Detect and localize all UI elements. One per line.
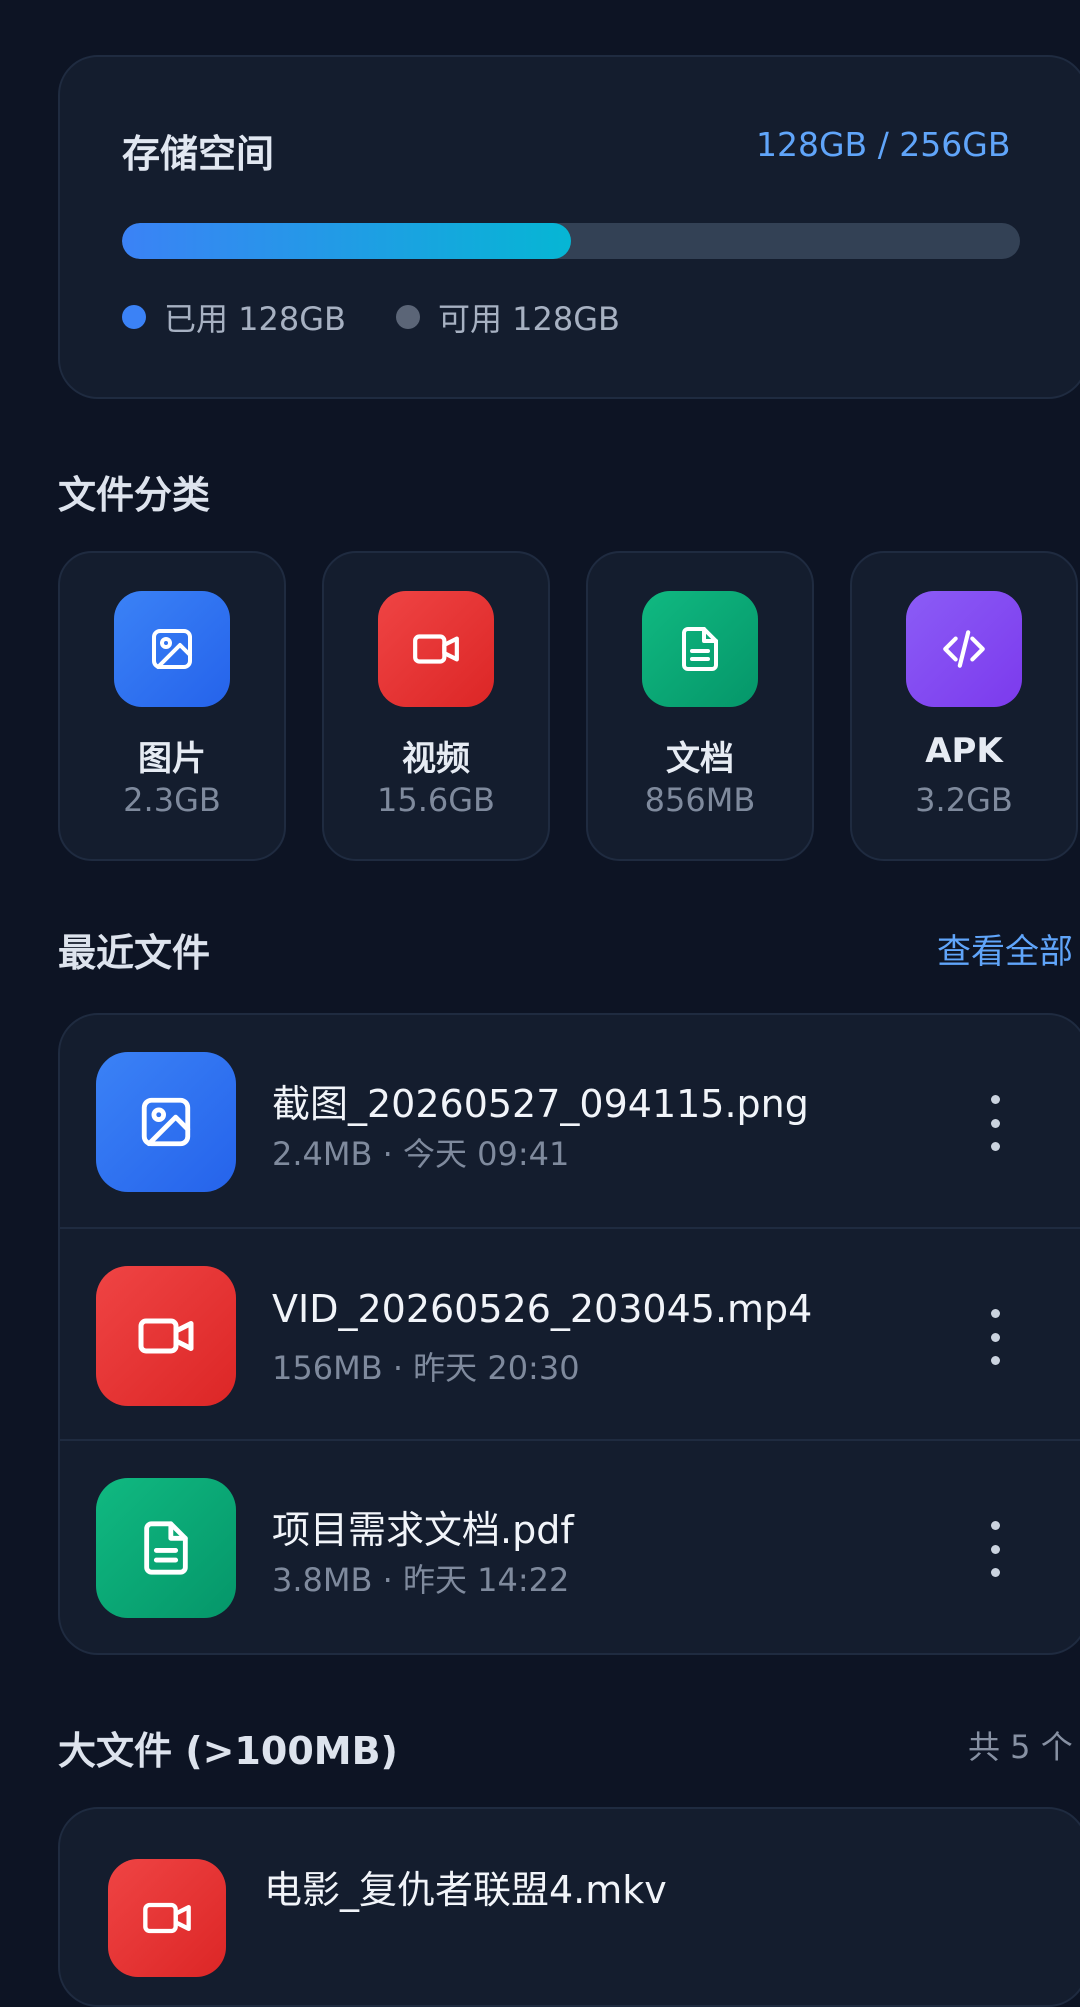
file-name: 截图_20260527_094115.png: [272, 1082, 809, 1126]
list-item[interactable]: 项目需求文档.pdf 3.8MB · 昨天 14:22: [60, 1439, 1080, 1653]
file-name: VID_20260526_203045.mp4: [272, 1287, 813, 1331]
storage-title: 存储空间: [122, 132, 275, 176]
video-icon: [96, 1266, 236, 1406]
category-name: 文档: [666, 739, 734, 779]
legend-free: 可用 128GB: [396, 294, 620, 340]
recent-title: 最近文件: [58, 931, 211, 975]
video-icon: [378, 591, 494, 707]
category-name: APK: [925, 731, 1003, 771]
video-icon: [108, 1859, 226, 1977]
category-name: 视频: [402, 739, 470, 779]
storage-progress-fill: [122, 223, 571, 259]
storage-progress-bar: [122, 223, 1020, 259]
free-dot-icon: [396, 305, 420, 329]
legend-used-label: 已用 128GB: [164, 300, 347, 338]
large-files-count: 共 5 个: [968, 1728, 1073, 1766]
large-files-title: 大文件 (>100MB): [58, 1729, 398, 1773]
category-size: 3.2GB: [915, 781, 1013, 819]
category-documents[interactable]: 文档 856MB: [586, 551, 814, 861]
view-all-link[interactable]: 查看全部: [937, 924, 1073, 973]
category-size: 2.3GB: [123, 781, 221, 819]
legend-free-label: 可用 128GB: [438, 300, 621, 338]
storage-card[interactable]: 存储空间 128GB / 256GB 已用 128GB 可用 128GB: [58, 55, 1080, 399]
more-vertical-icon[interactable]: [970, 1309, 1020, 1365]
file-meta: 2.4MB · 今天 09:41: [272, 1135, 570, 1173]
category-size: 856MB: [644, 781, 756, 819]
categories-title: 文件分类: [58, 473, 211, 517]
image-icon: [96, 1052, 236, 1192]
image-icon: [114, 591, 230, 707]
more-vertical-icon[interactable]: [970, 1095, 1020, 1151]
file-meta: 3.8MB · 昨天 14:22: [272, 1561, 570, 1599]
legend-used: 已用 128GB: [122, 294, 346, 340]
file-meta: 156MB · 昨天 20:30: [272, 1349, 580, 1387]
document-icon: [96, 1478, 236, 1618]
storage-usage: 128GB / 256GB: [756, 125, 1011, 164]
list-item[interactable]: VID_20260526_203045.mp4 156MB · 昨天 20:30: [60, 1227, 1080, 1441]
category-videos[interactable]: 视频 15.6GB: [322, 551, 550, 861]
category-apk[interactable]: APK 3.2GB: [850, 551, 1078, 861]
category-images[interactable]: 图片 2.3GB: [58, 551, 286, 861]
list-item[interactable]: 截图_20260527_094115.png 2.4MB · 今天 09:41: [60, 1015, 1080, 1227]
large-files-list: 电影_复仇者联盟4.mkv: [58, 1807, 1080, 2007]
more-vertical-icon[interactable]: [970, 1521, 1020, 1577]
used-dot-icon: [122, 305, 146, 329]
category-size: 15.6GB: [377, 781, 495, 819]
file-name: 电影_复仇者联盟4.mkv: [264, 1868, 667, 1912]
file-name: 项目需求文档.pdf: [272, 1508, 574, 1552]
category-name: 图片: [138, 739, 206, 779]
recent-files-list: 截图_20260527_094115.png 2.4MB · 今天 09:41 …: [58, 1013, 1080, 1655]
document-icon: [642, 591, 758, 707]
list-item[interactable]: 电影_复仇者联盟4.mkv: [60, 1809, 1080, 2005]
code-icon: [906, 591, 1022, 707]
